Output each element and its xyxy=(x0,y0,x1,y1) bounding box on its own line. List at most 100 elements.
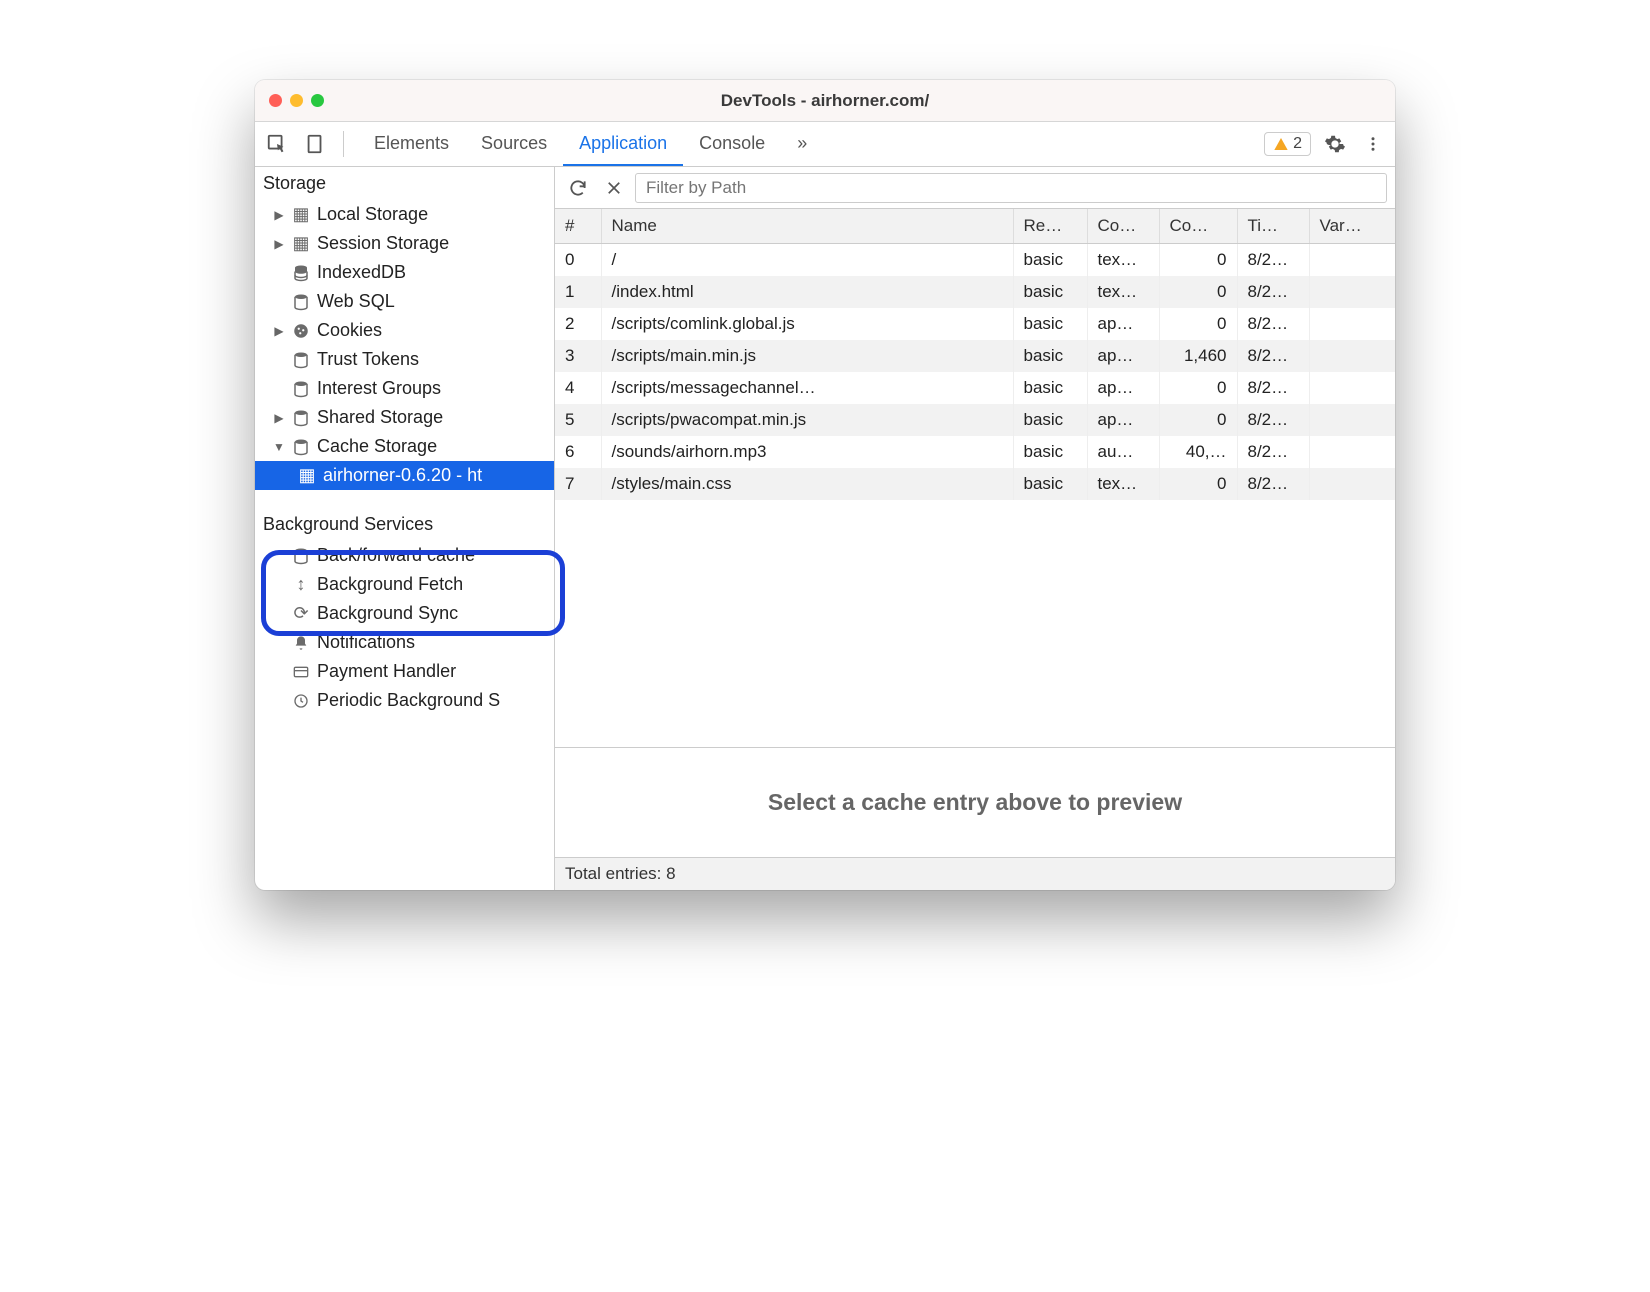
cell: 0 xyxy=(1159,276,1237,308)
bg-services-tree: ▶ Back/forward cache ▶↕Background Fetch … xyxy=(255,541,554,715)
sidebar-item-bg-sync[interactable]: ▶⟳Background Sync xyxy=(255,599,554,628)
close-window-icon[interactable] xyxy=(269,94,282,107)
cell: 8/2… xyxy=(1237,436,1309,468)
sidebar-item-shared-storage[interactable]: ▶ Shared Storage xyxy=(255,403,554,432)
table-row[interactable]: 1/index.htmlbasictex…08/2… xyxy=(555,276,1395,308)
cell: ap… xyxy=(1087,404,1159,436)
table-icon: ▦ xyxy=(291,233,311,254)
sync-icon: ⟳ xyxy=(291,603,311,624)
maximize-window-icon[interactable] xyxy=(311,94,324,107)
cell: 8/2… xyxy=(1237,276,1309,308)
tab-console[interactable]: Console xyxy=(683,122,781,166)
cell: 40,… xyxy=(1159,436,1237,468)
cell xyxy=(1309,404,1395,436)
section-background-services: Background Services xyxy=(255,508,554,541)
col-name[interactable]: Name xyxy=(601,209,1013,244)
cell xyxy=(1309,340,1395,372)
col-content-type[interactable]: Co… xyxy=(1087,209,1159,244)
warnings-badge[interactable]: 2 xyxy=(1264,132,1311,156)
cell: ap… xyxy=(1087,308,1159,340)
db-icon xyxy=(291,351,311,369)
refresh-icon[interactable] xyxy=(563,173,593,203)
kebab-menu-icon[interactable] xyxy=(1359,130,1387,158)
sidebar-item-payment-handler[interactable]: ▶ Payment Handler xyxy=(255,657,554,686)
col-index[interactable]: # xyxy=(555,209,601,244)
cell: 6 xyxy=(555,436,601,468)
cell: 8/2… xyxy=(1237,340,1309,372)
sidebar-item-bg-fetch[interactable]: ▶↕Background Fetch xyxy=(255,570,554,599)
cell: /styles/main.css xyxy=(601,468,1013,500)
cell: ap… xyxy=(1087,340,1159,372)
table-row[interactable]: 5/scripts/pwacompat.min.jsbasicap…08/2… xyxy=(555,404,1395,436)
sidebar-item-cookies[interactable]: ▶ Cookies xyxy=(255,316,554,345)
window-title: DevTools - airhorner.com/ xyxy=(255,91,1395,111)
sidebar-item-cache-airhorner[interactable]: ▦airhorner-0.6.20 - ht xyxy=(255,461,554,490)
cell: 0 xyxy=(555,244,601,277)
db-icon xyxy=(291,293,311,311)
sidebar-item-bfcache[interactable]: ▶ Back/forward cache xyxy=(255,541,554,570)
cell: 0 xyxy=(1159,468,1237,500)
col-content-length[interactable]: Co… xyxy=(1159,209,1237,244)
content-area: Storage ▶▦Local Storage ▶▦Session Storag… xyxy=(255,167,1395,890)
table-row[interactable]: 6/sounds/airhorn.mp3basicau…40,…8/2… xyxy=(555,436,1395,468)
table-row[interactable]: 2/scripts/comlink.global.jsbasicap…08/2… xyxy=(555,308,1395,340)
db-icon xyxy=(291,547,311,565)
cell: 0 xyxy=(1159,244,1237,277)
cell: basic xyxy=(1013,468,1087,500)
device-toggle-icon[interactable] xyxy=(301,130,329,158)
warnings-count: 2 xyxy=(1293,135,1302,153)
col-vary[interactable]: Var… xyxy=(1309,209,1395,244)
table-row[interactable]: 0/basictex…08/2… xyxy=(555,244,1395,277)
col-time[interactable]: Ti… xyxy=(1237,209,1309,244)
sidebar-item-web-sql[interactable]: ▶ Web SQL xyxy=(255,287,554,316)
cell: ap… xyxy=(1087,372,1159,404)
cell xyxy=(1309,244,1395,277)
sidebar-item-indexeddb[interactable]: ▶ IndexedDB xyxy=(255,258,554,287)
sidebar-item-session-storage[interactable]: ▶▦Session Storage xyxy=(255,229,554,258)
cell: basic xyxy=(1013,244,1087,277)
db-icon xyxy=(291,264,311,282)
cell: 0 xyxy=(1159,372,1237,404)
cell: 2 xyxy=(555,308,601,340)
cell: 8/2… xyxy=(1237,468,1309,500)
cell: basic xyxy=(1013,340,1087,372)
cell: 5 xyxy=(555,404,601,436)
cell: tex… xyxy=(1087,468,1159,500)
sidebar-item-notifications[interactable]: ▶ Notifications xyxy=(255,628,554,657)
sidebar-item-interest-groups[interactable]: ▶ Interest Groups xyxy=(255,374,554,403)
sidebar-item-trust-tokens[interactable]: ▶ Trust Tokens xyxy=(255,345,554,374)
tab-application[interactable]: Application xyxy=(563,122,683,166)
cell: 4 xyxy=(555,372,601,404)
col-response[interactable]: Re… xyxy=(1013,209,1087,244)
cell xyxy=(1309,372,1395,404)
cell: 8/2… xyxy=(1237,244,1309,277)
filter-input[interactable] xyxy=(635,173,1387,203)
cell: 3 xyxy=(555,340,601,372)
cell xyxy=(1309,436,1395,468)
footer-total: Total entries: 8 xyxy=(555,858,1395,890)
cache-storage-panel: # Name Re… Co… Co… Ti… Var… 0/basictex…0… xyxy=(555,167,1395,890)
minimize-window-icon[interactable] xyxy=(290,94,303,107)
cell xyxy=(1309,468,1395,500)
clear-icon[interactable] xyxy=(599,173,629,203)
cell: au… xyxy=(1087,436,1159,468)
table-row[interactable]: 4/scripts/messagechannel…basicap…08/2… xyxy=(555,372,1395,404)
card-icon xyxy=(291,664,311,680)
main-toolbar: Elements Sources Application Console » 2 xyxy=(255,122,1395,167)
tab-elements[interactable]: Elements xyxy=(358,122,465,166)
sidebar-item-cache-storage[interactable]: ▼ Cache Storage xyxy=(255,432,554,461)
tab-sources[interactable]: Sources xyxy=(465,122,563,166)
tab-overflow[interactable]: » xyxy=(781,122,823,166)
traffic-lights xyxy=(255,94,324,107)
table-row[interactable]: 3/scripts/main.min.jsbasicap…1,4608/2… xyxy=(555,340,1395,372)
clock-icon xyxy=(291,693,311,709)
sidebar-item-periodic-bg-sync[interactable]: ▶ Periodic Background S xyxy=(255,686,554,715)
cell xyxy=(1309,308,1395,340)
preview-placeholder: Select a cache entry above to preview xyxy=(555,748,1395,858)
table-row[interactable]: 7/styles/main.cssbasictex…08/2… xyxy=(555,468,1395,500)
gear-icon[interactable] xyxy=(1321,130,1349,158)
cell: tex… xyxy=(1087,276,1159,308)
inspect-element-icon[interactable] xyxy=(263,130,291,158)
sidebar-item-local-storage[interactable]: ▶▦Local Storage xyxy=(255,200,554,229)
cell: 0 xyxy=(1159,404,1237,436)
